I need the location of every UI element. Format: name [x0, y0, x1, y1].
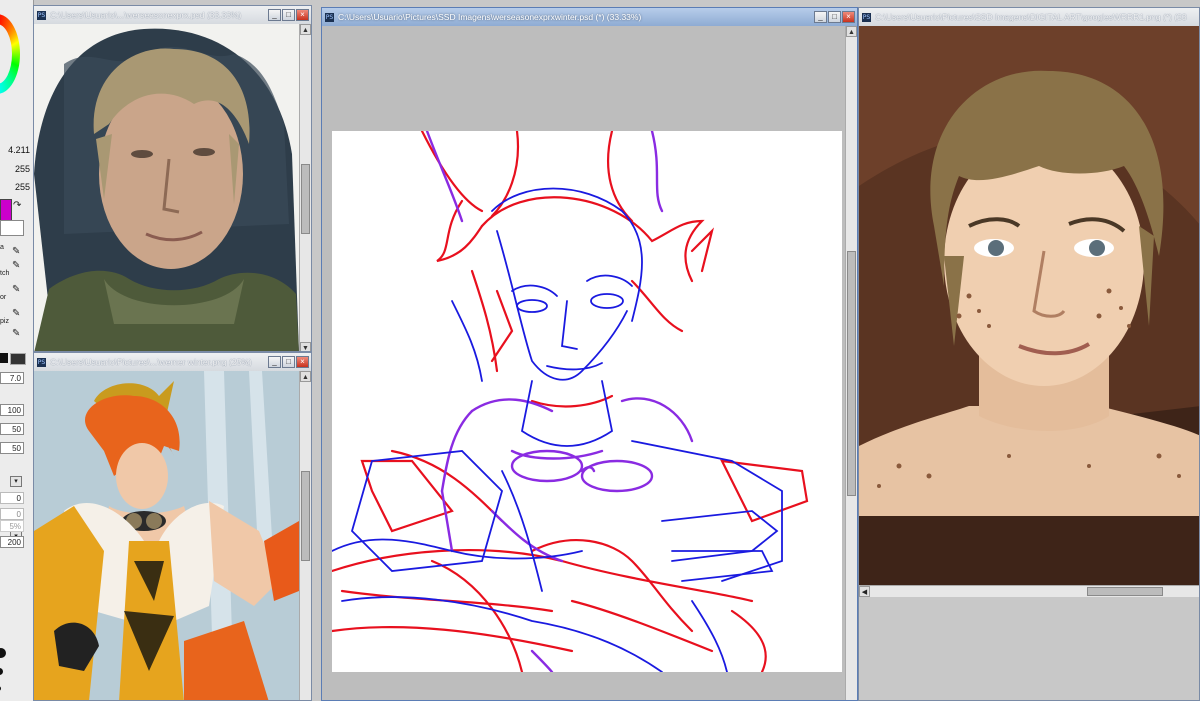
brush-min-size-field[interactable]: 50	[0, 423, 24, 435]
scrollbar-thumb[interactable]	[301, 164, 310, 234]
brush-size-field[interactable]: 7.0	[0, 372, 24, 384]
tool-panel: 4.211 255 255 ↷ a ✎ tch ✎ or ✎ piz ✎ ✎ 7…	[0, 0, 34, 701]
title-bar[interactable]: PS C:\Users\Usuario\Pictures\SSD Imagens…	[859, 8, 1199, 26]
brush-tool-icon[interactable]: ✎	[12, 260, 20, 271]
canvas-area[interactable]	[322, 26, 845, 700]
scroll-up-arrow[interactable]: ▲	[846, 26, 857, 37]
maximize-button[interactable]: □	[282, 356, 295, 368]
close-button[interactable]: ×	[296, 9, 309, 21]
maximize-button[interactable]: □	[828, 11, 841, 23]
app-icon: PS	[862, 12, 871, 22]
background-color-swatch[interactable]	[0, 220, 24, 236]
brush-blend-field[interactable]: 50	[0, 442, 24, 454]
color-value-s: 255	[14, 164, 30, 174]
tool-label: piz	[0, 318, 9, 325]
airbrush-tool-icon[interactable]: ✎	[12, 284, 20, 295]
brush-dot-medium[interactable]	[0, 668, 3, 675]
title-bar[interactable]: PS C:\Users\Usuario\...\werseasonexprx.p…	[34, 6, 311, 24]
scrollbar-thumb[interactable]	[847, 251, 856, 496]
minimize-button[interactable]: _	[268, 9, 281, 21]
eraser-tool-icon[interactable]: ✎	[12, 308, 20, 319]
brush-density-field[interactable]: 100	[0, 404, 24, 416]
vertical-scrollbar[interactable]: ▲	[299, 371, 311, 700]
app-icon: PS	[37, 357, 46, 367]
scrollbar-thumb[interactable]	[1087, 587, 1163, 596]
pen-tool-icon[interactable]: ✎	[12, 246, 20, 257]
app-icon: PS	[37, 10, 46, 20]
minimize-button[interactable]: _	[814, 11, 827, 23]
drawing-canvas[interactable]	[332, 131, 842, 672]
empty-workspace	[859, 597, 1199, 700]
tool-label: a	[0, 244, 4, 251]
color-value-v: 255	[14, 182, 30, 192]
scroll-down-arrow[interactable]: ▼	[300, 342, 311, 351]
marker-tool-icon[interactable]: ✎	[12, 328, 20, 339]
horizontal-scrollbar[interactable]: ◀	[859, 585, 1199, 597]
brush-dot-large[interactable]	[0, 648, 6, 658]
window-reference-art[interactable]: PS C:\Users\Usuario\Pictures\...\werner …	[33, 352, 312, 701]
brush-dot-small[interactable]	[0, 686, 1, 691]
brush-shape-square[interactable]	[0, 353, 8, 363]
tool-label: tch	[0, 270, 10, 277]
app-icon: PS	[325, 12, 334, 22]
title-bar[interactable]: PS C:\Users\Usuario\Pictures\...\werner …	[34, 353, 311, 371]
window-title: C:\Users\Usuario\Pictures\...\werner win…	[50, 357, 252, 367]
window-reference-photo[interactable]: PS C:\Users\Usuario\...\werseasonexprx.p…	[33, 5, 312, 352]
painting-canvas[interactable]	[859, 26, 1199, 585]
window-painting[interactable]: PS C:\Users\Usuario\Pictures\SSD Imagens…	[858, 7, 1200, 701]
scroll-left-arrow[interactable]: ◀	[859, 586, 870, 597]
brush-dropdown[interactable]: ▾	[10, 476, 22, 487]
window-sketch-canvas[interactable]: PS C:\Users\Usuario\Pictures\SSD Imagens…	[321, 7, 858, 701]
close-button[interactable]: ×	[842, 11, 855, 23]
reference-art-image	[34, 371, 299, 700]
swap-colors-icon[interactable]: ↷	[13, 200, 21, 211]
reference-photo-canvas[interactable]	[34, 24, 299, 351]
reference-photo-image	[34, 28, 299, 351]
texture-field-1[interactable]: 0	[0, 492, 24, 504]
color-value-h: 4.211	[8, 145, 30, 155]
scroll-up-arrow[interactable]: ▲	[300, 371, 311, 382]
effect-strength-field[interactable]: 5%	[0, 520, 24, 532]
texture-field-2[interactable]: 0	[0, 508, 24, 520]
vertical-scrollbar[interactable]: ▲	[845, 26, 857, 700]
reference-art-canvas[interactable]	[34, 371, 299, 700]
brush-shape-round[interactable]	[10, 353, 26, 365]
close-button[interactable]: ×	[296, 356, 309, 368]
maximize-button[interactable]: □	[282, 9, 295, 21]
vertical-scrollbar[interactable]: ▲ ▼	[299, 24, 311, 351]
tool-label: or	[0, 294, 7, 301]
sketch-drawing	[332, 131, 809, 672]
window-title: C:\Users\Usuario\Pictures\SSD Imagens\we…	[338, 12, 642, 22]
minimize-button[interactable]: _	[268, 356, 281, 368]
title-bar[interactable]: PS C:\Users\Usuario\Pictures\SSD Imagens…	[322, 8, 857, 26]
painting-image	[859, 26, 1199, 585]
window-title: C:\Users\Usuario\Pictures\SSD Imagens\DI…	[875, 12, 1187, 22]
window-title: C:\Users\Usuario\...\werseasonexprx.psd …	[50, 10, 242, 20]
scroll-up-arrow[interactable]: ▲	[300, 24, 311, 35]
scrollbar-thumb[interactable]	[301, 471, 310, 561]
effect-width-field[interactable]: 200	[0, 536, 24, 548]
